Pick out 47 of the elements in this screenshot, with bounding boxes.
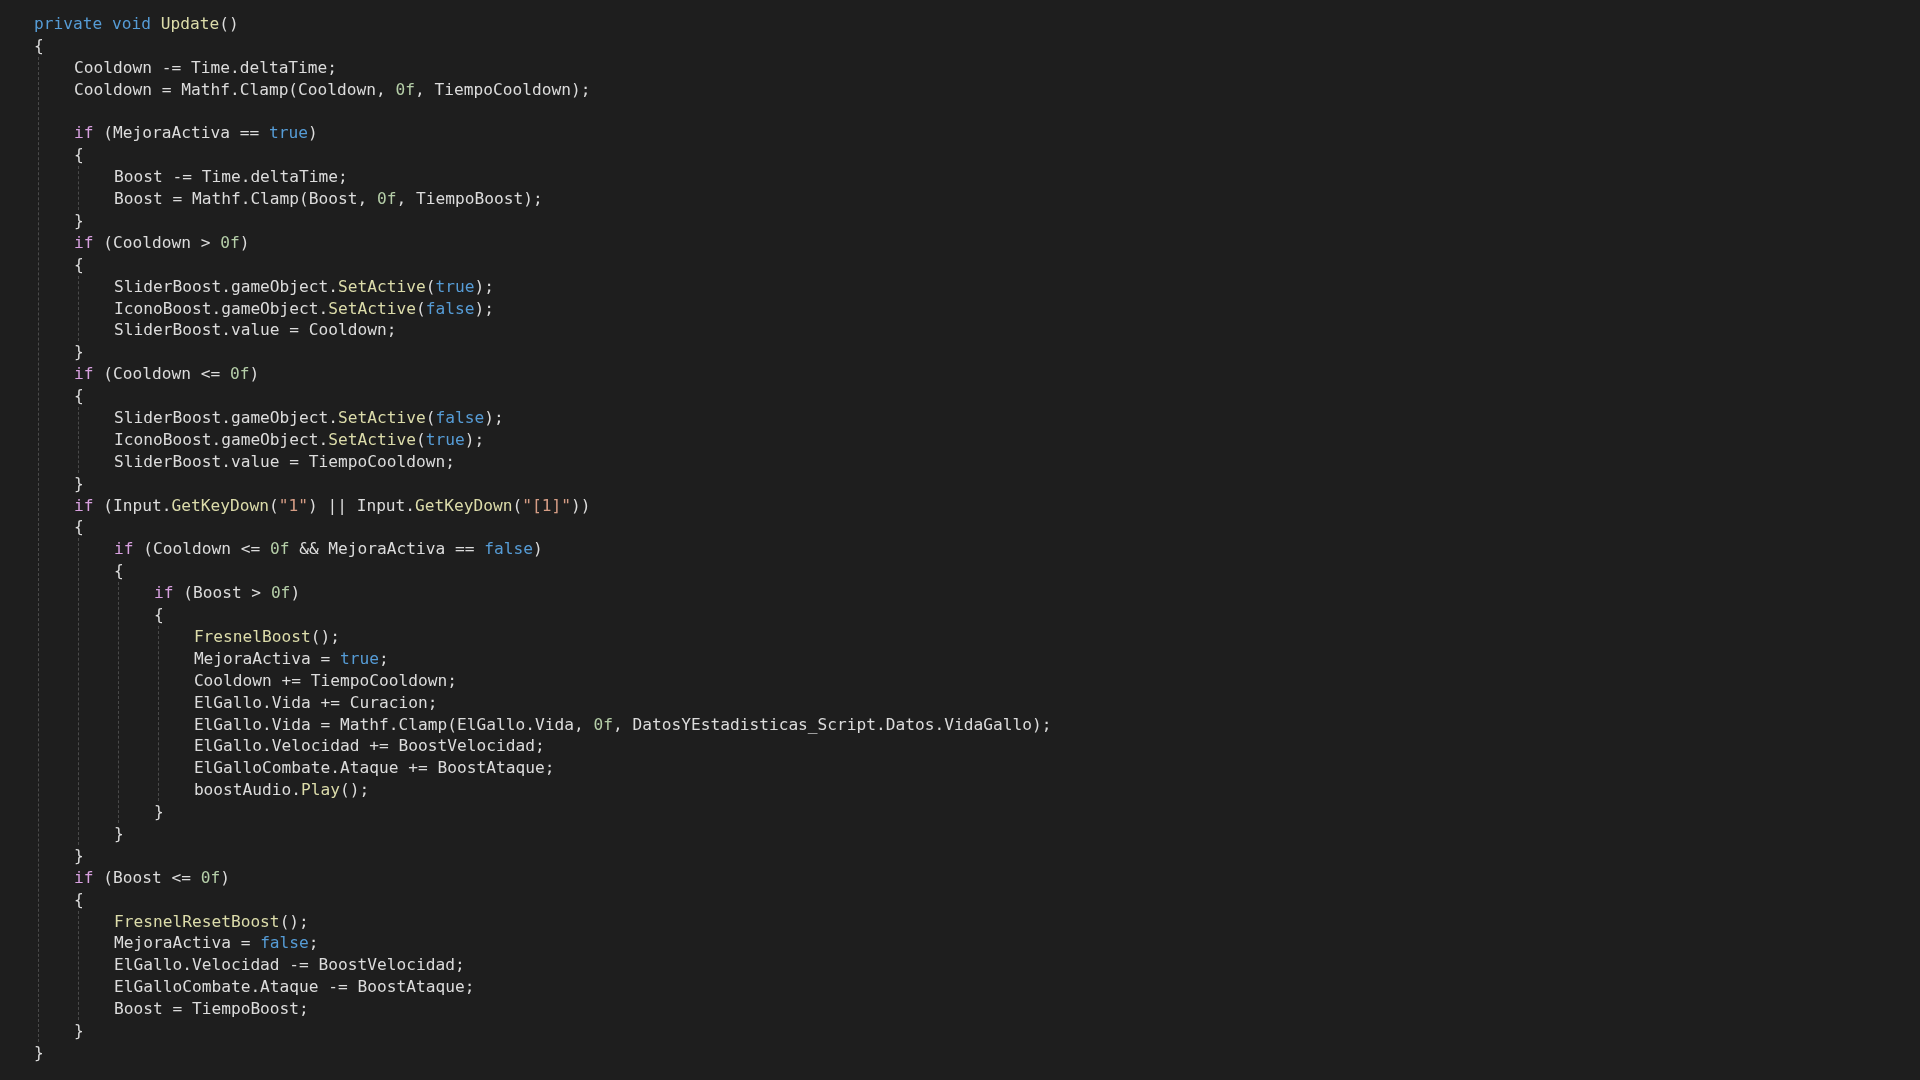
code-line: { (73, 888, 84, 911)
code-line: Boost -= Time.deltaTime; (113, 166, 348, 189)
code-line: } (113, 822, 124, 845)
code-line: private void Update() (34, 13, 239, 35)
code-line: { (73, 144, 84, 167)
code-line: } (34, 1041, 44, 1064)
code-line: if (Cooldown <= 0f) (73, 363, 260, 386)
code-line: if (MejoraActiva == true) (73, 122, 318, 145)
code-line: IconoBoost.gameObject.SetActive(false); (113, 297, 495, 320)
code-line: if (Boost <= 0f) (73, 866, 230, 889)
code-line: boostAudio.Play(); (193, 779, 370, 802)
code-line: } (73, 472, 84, 495)
code-line: if (Cooldown <= 0f && MejoraActiva == false) (113, 538, 543, 561)
code-line: { (113, 560, 124, 583)
code-line: SliderBoost.value = Cooldown; (113, 319, 397, 342)
code-line: if (Cooldown > 0f) (73, 231, 250, 254)
code-line: SliderBoost.value = TiempoCooldown; (113, 450, 456, 473)
code-line: Boost = TiempoBoost; (113, 998, 309, 1020)
code-line: MejoraActiva = false; (113, 932, 319, 955)
code-line: SliderBoost.gameObject.SetActive(false); (113, 407, 504, 429)
code-line: { (73, 516, 84, 539)
code-line: } (153, 801, 164, 823)
code-line: { (73, 253, 84, 276)
code-line: { (34, 34, 44, 57)
code-line: { (153, 604, 164, 626)
code-line: ElGalloCombate.Ataque -= BoostAtaque; (113, 976, 475, 999)
code-line: Cooldown += TiempoCooldown; (193, 669, 457, 692)
code-line: Cooldown = Mathf.Clamp(Cooldown, 0f, TiempoCooldown); (73, 78, 591, 101)
code-line: ElGallo.Velocidad -= BoostVelocidad; (113, 954, 465, 977)
code-line: IconoBoost.gameObject.SetActive(true); (113, 428, 485, 451)
code-line: if (Boost > 0f) (153, 582, 301, 605)
code-line: } (73, 844, 84, 867)
code-line: ElGallo.Vida = Mathf.Clamp(ElGallo.Vida, 0f, DatosYEstadisticas_Script.Datos.VidaGallo); (193, 713, 1052, 736)
code-line: Cooldown -= Time.deltaTime; (73, 56, 338, 79)
code-line: MejoraActiva = true; (193, 647, 389, 670)
code-line: ElGallo.Vida += Curacion; (193, 691, 438, 714)
code-line: } (73, 341, 84, 364)
code-line: { (73, 385, 84, 408)
code-line: Boost = Mathf.Clamp(Boost, 0f, TiempoBoost); (113, 188, 543, 211)
code-line: } (73, 210, 84, 232)
code-line: FresnelResetBoost(); (113, 910, 309, 933)
code-line: ElGallo.Velocidad += BoostVelocidad; (193, 735, 545, 758)
code-line: } (73, 1019, 84, 1042)
code-line: if (Input.GetKeyDown("1") || Input.GetKeyDown("[1]")) (73, 494, 591, 517)
code-line: SliderBoost.gameObject.SetActive(true); (113, 275, 495, 298)
code-line: FresnelBoost(); (193, 625, 341, 648)
code-line: ElGalloCombate.Ataque += BoostAtaque; (193, 757, 555, 780)
